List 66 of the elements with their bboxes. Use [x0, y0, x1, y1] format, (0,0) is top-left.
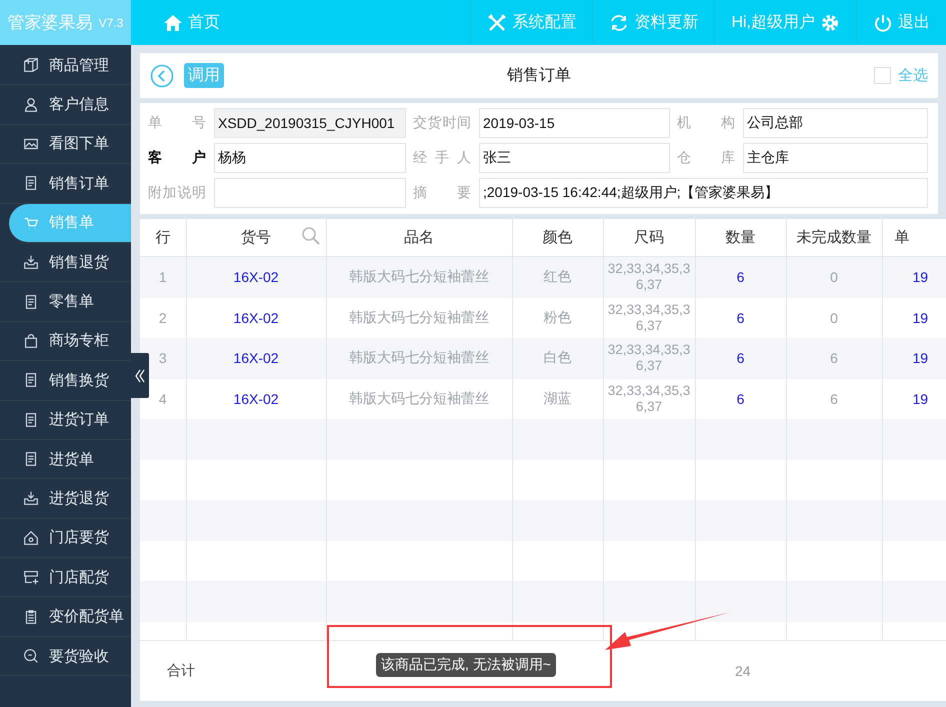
table-cell: 韩版大码七分短袖蕾丝 — [326, 256, 512, 298]
sidebar-item[interactable]: 销售退货 — [0, 242, 131, 282]
input-field[interactable]: 公司总部 — [743, 108, 928, 138]
table-cell: 19 — [882, 256, 946, 298]
input-field[interactable]: 主仓库 — [743, 143, 928, 173]
field-label: 客户 — [148, 149, 206, 167]
sidebar-item[interactable]: 门店配货 — [0, 558, 131, 598]
home-icon — [163, 12, 183, 32]
house-icon — [22, 528, 40, 547]
table-cell: 19 — [882, 338, 946, 378]
table-cell: 6 — [786, 338, 882, 378]
person-icon — [22, 96, 40, 114]
input-field[interactable]: 杨杨 — [214, 143, 406, 173]
field-label: 摘要 — [413, 184, 471, 202]
table-cell: 白色 — [512, 338, 603, 378]
field-label: 机构 — [677, 114, 735, 132]
sidebar-item[interactable]: 商场专柜 — [0, 322, 131, 362]
toast-message: 该商品已完成, 无法被调用~ — [376, 653, 556, 677]
field-label: 单号 — [148, 114, 206, 132]
input-field[interactable] — [214, 178, 406, 208]
tray-icon — [22, 253, 40, 272]
version-label: V7.3 — [98, 16, 124, 30]
search-icon — [22, 647, 40, 666]
table-cell: 16X-02 — [186, 338, 326, 378]
sidebar-item[interactable]: 商品管理 — [0, 46, 131, 86]
table-cell: 6 — [695, 338, 786, 378]
total-label: 合计 — [167, 662, 195, 680]
table-cell: 16X-02 — [186, 256, 326, 298]
sidebar-item[interactable]: 要货验收 — [0, 636, 131, 676]
sidebar-item[interactable]: 客户信息 — [0, 85, 131, 125]
table-cell: 韩版大码七分短袖蕾丝 — [326, 338, 512, 378]
tray-icon — [22, 489, 40, 508]
quantity-total: 24 — [735, 663, 751, 679]
table-cell: 32,33,34,35,36,37 — [603, 338, 695, 378]
bag-icon — [22, 332, 40, 350]
input-field[interactable]: ;2019-03-15 16:42:44;超级用户;【管家婆果易】 — [479, 178, 928, 208]
input-field[interactable]: 张三 — [479, 143, 670, 173]
power-icon — [873, 12, 893, 32]
box-icon — [22, 56, 40, 74]
sidebar-item[interactable]: 零售单 — [0, 282, 131, 322]
input-field[interactable]: XSDD_20190315_CJYH001 — [214, 108, 406, 138]
table-cell: 红色 — [512, 256, 603, 298]
back-icon[interactable] — [150, 64, 174, 88]
store-icon — [22, 568, 40, 586]
field-label: 经手人 — [413, 149, 471, 167]
input-field[interactable]: 2019-03-15 — [479, 108, 670, 138]
table-cell: 1 — [140, 256, 186, 298]
select-all-checkbox[interactable] — [874, 67, 891, 84]
sidebar-item[interactable]: 进货退货 — [0, 479, 131, 519]
sidebar-item[interactable]: 看图下单 — [0, 124, 131, 164]
table-cell: 6 — [695, 256, 786, 298]
sidebar-item[interactable]: 进货订单 — [0, 400, 131, 440]
app-brand: 管家婆果易 V7.3 — [0, 0, 131, 45]
field-label: 附加说明 — [148, 184, 206, 202]
page-title: 销售订单 — [507, 66, 571, 86]
table-cell: 0 — [786, 256, 882, 298]
refresh-icon — [609, 12, 630, 32]
sidebar-item[interactable]: 变价配货单 — [0, 597, 131, 637]
collapse-handle[interactable] — [131, 353, 149, 398]
sidebar-item[interactable]: 门店要货 — [0, 518, 131, 558]
field-label: 交货时间 — [413, 114, 471, 132]
search-icon[interactable] — [300, 226, 320, 246]
settings-icon — [820, 12, 840, 32]
field-label: 仓库 — [677, 149, 735, 167]
table-cell: 32,33,34,35,36,37 — [603, 256, 695, 298]
sidebar-item[interactable]: 进货单 — [0, 440, 131, 480]
